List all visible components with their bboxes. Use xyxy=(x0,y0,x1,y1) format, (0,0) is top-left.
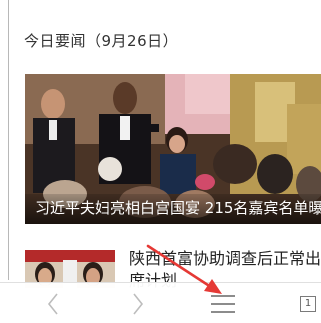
headline-caption: 习近平夫妇亮相白宫国宴 215名嘉宾名单曝 xyxy=(35,199,321,217)
chevron-left-icon xyxy=(47,293,58,314)
chevron-right-icon xyxy=(133,293,144,314)
left-divider xyxy=(8,0,9,280)
tabs-button[interactable]: 1 xyxy=(283,283,321,323)
menu-button[interactable] xyxy=(198,283,248,323)
section-title: 今日要闻（9月26日） xyxy=(24,32,179,50)
menu-icon xyxy=(211,294,235,313)
bottom-toolbar: 1 xyxy=(0,282,321,323)
headline-card[interactable]: 习近平夫妇亮相白宫国宴 215名嘉宾名单曝 xyxy=(25,74,321,224)
tab-count-badge: 1 xyxy=(300,295,316,312)
browser-screen: 今日要闻（9月26日） 习近平夫妇亮相白宫国宴 215名嘉宾名单曝 陕西首富协助… xyxy=(0,0,321,323)
back-button[interactable] xyxy=(28,283,78,323)
forward-button[interactable] xyxy=(113,283,163,323)
headline-caption-bar: 习近平夫妇亮相白宫国宴 215名嘉宾名单曝 xyxy=(25,194,321,224)
